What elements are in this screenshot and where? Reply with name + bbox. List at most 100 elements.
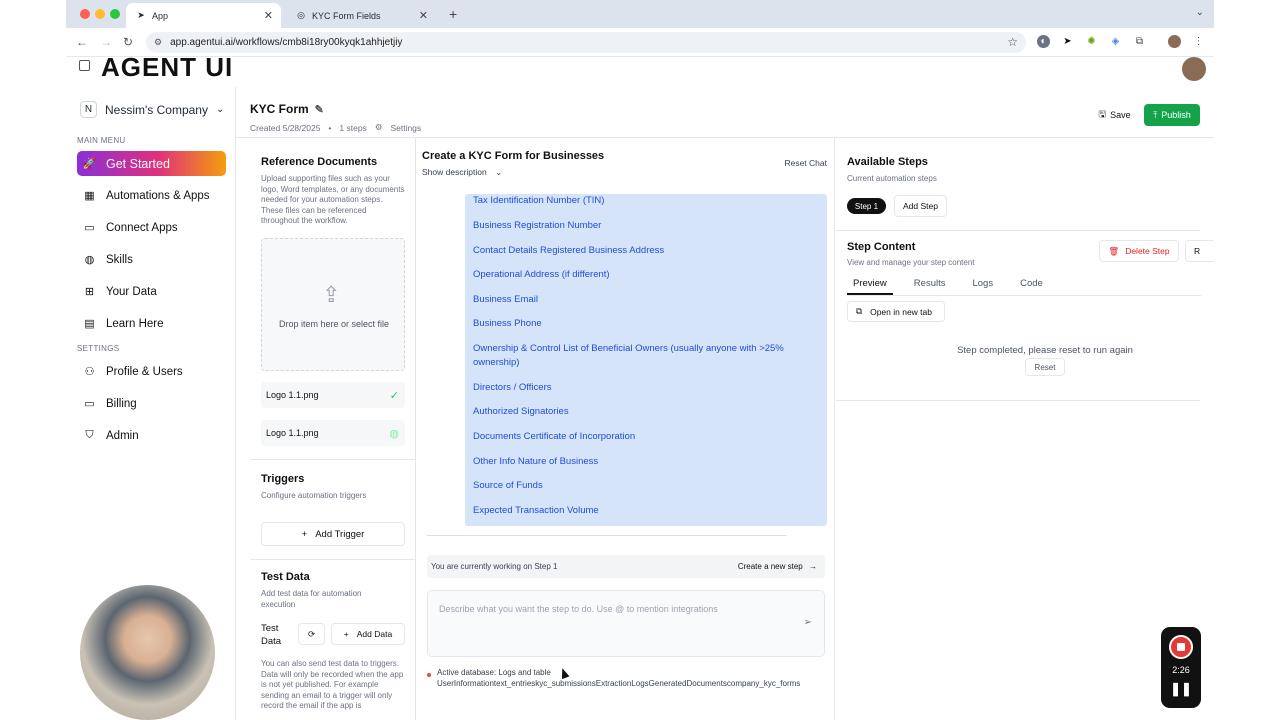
delete-step-button[interactable]: 🗑 Delete Step (1099, 240, 1179, 262)
kyc-field-item: Authorized Signatories (473, 406, 569, 417)
divider (836, 230, 1200, 231)
save-button[interactable]: 🖫 Save (1091, 105, 1138, 125)
add-step-button[interactable]: Add Step (894, 195, 947, 217)
external-link-icon: ⧉ (856, 306, 863, 316)
extension-icon[interactable]: ◐ (1037, 35, 1050, 48)
status-dot (427, 673, 431, 677)
site-settings-icon[interactable]: ⚙ (154, 37, 162, 48)
file-item[interactable]: Logo 1.1.png ◍ (261, 420, 405, 446)
scroll-indicator[interactable] (427, 535, 787, 536)
globe-icon: ◍ (389, 427, 399, 440)
upload-icon: ⇪ (322, 282, 341, 307)
kyc-field-item: Directors / Officers (473, 381, 552, 393)
add-trigger-button[interactable]: + Add Trigger (261, 522, 405, 546)
kyc-field-item: Source of Funds (473, 480, 543, 491)
tab-search-chevron-icon[interactable]: ⌄ (1196, 7, 1204, 18)
settings-link[interactable]: Settings (390, 123, 421, 133)
sun-extension-icon[interactable]: ✺ (1085, 35, 1098, 48)
close-tab-icon[interactable]: ✕ (264, 9, 273, 22)
sidebar-item-admin[interactable]: ⛉ Admin (77, 423, 226, 448)
step-content-description: View and manage your step content (847, 258, 975, 267)
rerun-button[interactable]: R (1185, 240, 1214, 262)
user-avatar[interactable] (1182, 57, 1206, 81)
chat-panel: Create a KYC Form for Businesses Show de… (417, 138, 835, 720)
forward-icon[interactable]: → (100, 35, 112, 49)
sidebar-item-connect-apps[interactable]: ▭ Connect Apps (77, 215, 226, 240)
publish-button[interactable]: ⤒ Publish (1144, 104, 1200, 126)
stop-recording-icon[interactable] (1169, 635, 1193, 659)
bookmark-star-icon[interactable]: ☆ (1007, 35, 1018, 49)
step-prompt-input[interactable]: Describe what you want the step to do. U… (427, 590, 825, 657)
kyc-field-item: Contact Details Registered Business Addr… (473, 244, 665, 256)
company-name: Nessim's Company (105, 102, 208, 117)
create-new-step-button[interactable]: Create a new step → (738, 562, 817, 571)
minimize-window-icon[interactable] (95, 9, 105, 19)
company-switcher[interactable]: N Nessim's Company ⌄ (80, 101, 224, 118)
sidebar-item-label: Your Data (106, 285, 157, 298)
file-dropzone[interactable]: ⇪ Drop item here or select file (261, 238, 405, 371)
sidebar-item-automations[interactable]: ▦ Automations & Apps (77, 183, 226, 208)
test-data-title: Test Data (261, 571, 310, 583)
tab-results[interactable]: Results (908, 278, 952, 295)
sidebar-item-label: Profile & Users (106, 365, 183, 378)
new-tab-icon[interactable]: + (449, 6, 457, 22)
browser-menu-icon[interactable]: ⋮ (1192, 35, 1205, 48)
calendar-icon: ▭ (84, 222, 95, 234)
send-icon[interactable]: ➢ (804, 617, 812, 628)
sidebar-item-label: Automations & Apps (106, 189, 210, 202)
maximize-window-icon[interactable] (110, 9, 120, 19)
cube-extension-icon[interactable]: ◈ (1109, 35, 1122, 48)
sidebar-item-billing[interactable]: ▭ Billing (77, 391, 226, 416)
sidebar-item-profile-users[interactable]: ⚇ Profile & Users (77, 359, 226, 384)
divider (250, 459, 416, 460)
refresh-button[interactable]: ⟳ (298, 623, 325, 645)
reference-title: Reference Documents (261, 156, 378, 168)
tab-title: App (152, 10, 169, 21)
kyc-field-item: Expected Transaction Volume (473, 505, 599, 516)
add-data-button[interactable]: + Add Data (331, 623, 405, 645)
show-description-label: Show description (422, 167, 487, 177)
sidebar-item-skills[interactable]: ◍ Skills (77, 247, 226, 272)
sidebar-item-get-started[interactable]: 🚀 Get Started (77, 151, 226, 176)
tab-code[interactable]: Code (1014, 278, 1049, 295)
sidebar-item-label: Connect Apps (106, 221, 178, 234)
gear-icon[interactable]: ⚙ (375, 122, 383, 133)
edit-pencil-icon[interactable]: ✎ (315, 103, 324, 116)
available-steps-title: Available Steps (847, 156, 928, 168)
chevron-down-icon: ⌄ (495, 167, 503, 177)
sidebar-item-learn-here[interactable]: ▤ Learn Here (77, 311, 226, 336)
open-in-new-tab-button[interactable]: ⧉ Open in new tab (847, 301, 945, 322)
db-line-2: UserInformationtext_entrieskyc_submissio… (437, 678, 801, 688)
app-logo: AGENT UI (101, 52, 234, 82)
close-window-icon[interactable] (80, 9, 90, 19)
reload-icon[interactable]: ↻ (123, 35, 133, 49)
browser-tab-kyc[interactable]: ◎ KYC Form Fields ✕ (286, 3, 436, 28)
browser-tab-app[interactable]: ➤ App ✕ (126, 3, 281, 28)
sidebar-toggle-icon[interactable] (79, 60, 90, 71)
created-date: Created 5/28/2025 (250, 122, 321, 133)
reference-description: Upload supporting files such as your log… (261, 174, 405, 225)
profile-avatar-icon[interactable] (1168, 35, 1181, 48)
url-text: app.agentui.ai/workflows/cmb8i18ry00kyqk… (170, 37, 403, 48)
reset-button[interactable]: Reset (1025, 358, 1065, 376)
divider (250, 559, 416, 560)
tab-preview[interactable]: Preview (847, 278, 893, 295)
puzzle-extension-icon[interactable]: ⧉ (1133, 35, 1146, 48)
kyc-fields-list: Tax Identification Number (TIN) Business … (465, 194, 827, 526)
working-step-bar: You are currently working on Step 1 Crea… (427, 555, 825, 578)
kyc-field-item: Business Email (473, 293, 538, 305)
sidebar-item-your-data[interactable]: ⊞ Your Data (77, 279, 226, 304)
send-extension-icon[interactable]: ➤ (1061, 35, 1074, 48)
browser-window: ➤ App ✕ ◎ KYC Form Fields ✕ + ⌄ ← → ↻ ⚙ … (66, 0, 1214, 720)
show-description-toggle[interactable]: Show description ⌄ (422, 167, 502, 178)
tab-logs[interactable]: Logs (966, 278, 999, 295)
address-bar[interactable]: ⚙ app.agentui.ai/workflows/cmb8i18ry00ky… (146, 32, 1026, 53)
pause-icon[interactable]: ❚❚ (1161, 681, 1201, 697)
step-1-pill[interactable]: Step 1 (847, 198, 886, 214)
close-tab-icon[interactable]: ✕ (419, 9, 428, 22)
triggers-description: Configure automation triggers (261, 491, 367, 500)
back-icon[interactable]: ← (76, 35, 88, 49)
reset-chat-button[interactable]: Reset Chat (784, 158, 827, 168)
open-in-new-tab-label: Open in new tab (870, 306, 932, 317)
file-item[interactable]: Logo 1.1.png ✓ (261, 382, 405, 408)
